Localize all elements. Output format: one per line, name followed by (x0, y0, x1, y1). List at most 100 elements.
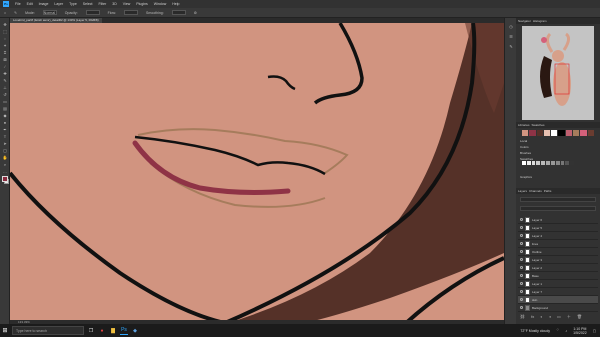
marquee-tool-icon[interactable]: ⬚ (2, 29, 8, 34)
link-icon[interactable]: ⛓ (520, 314, 525, 320)
menu-select[interactable]: Select (83, 2, 93, 6)
fx-icon[interactable]: fx (531, 314, 534, 320)
trash-icon[interactable]: 🗑 (577, 314, 582, 320)
eye-icon[interactable] (520, 306, 523, 309)
lasso-tool-icon[interactable]: ◌ (2, 36, 8, 41)
swatch[interactable] (536, 130, 543, 136)
layer-row[interactable]: Layer 4 (518, 232, 598, 240)
canvas[interactable] (10, 23, 504, 324)
healing-brush-icon[interactable]: ✚ (2, 71, 8, 76)
stamp-tool-icon[interactable]: ⊥ (2, 85, 8, 90)
swatch[interactable] (522, 130, 529, 136)
layer-row[interactable]: Layer 6 (518, 216, 598, 224)
layer-row[interactable]: Layer 1 (518, 280, 598, 288)
eye-icon[interactable] (520, 226, 523, 229)
tab-channels[interactable]: Channels (529, 188, 542, 194)
menu-layer[interactable]: Layer (54, 2, 63, 6)
eyedropper-icon[interactable]: ⁄ (2, 64, 8, 69)
taskbar-search-input[interactable]: Type here to search (12, 326, 84, 335)
photoshop-taskbar-icon[interactable]: Ps (120, 326, 128, 335)
more-tools-icon[interactable]: … (2, 169, 8, 174)
path-select-icon[interactable]: ➤ (2, 141, 8, 146)
volume-icon[interactable]: ♪ (565, 329, 567, 333)
zoom-tool-icon[interactable]: ⌕ (2, 162, 8, 167)
lib-item[interactable]: Local (520, 139, 527, 143)
photoshop-logo-icon[interactable]: Ps (3, 1, 9, 7)
tab-paths[interactable]: Paths (544, 188, 552, 194)
navigator-preview[interactable] (522, 26, 594, 120)
tab-swatches[interactable]: Swatches (532, 122, 545, 128)
pen-tool-icon[interactable]: ✒ (2, 127, 8, 132)
eye-icon[interactable] (520, 258, 523, 261)
tab-libraries[interactable]: Libraries (518, 122, 530, 128)
menu-edit[interactable]: Edit (27, 2, 33, 6)
brush-tool-icon[interactable]: ✎ (2, 78, 8, 83)
blend-mode-select[interactable] (520, 206, 596, 211)
swatch[interactable] (580, 130, 587, 136)
layer-row[interactable]: Layer 5 (518, 224, 598, 232)
task-view-icon[interactable]: ❐ (87, 326, 95, 335)
menu-image[interactable]: Image (39, 2, 49, 6)
layer-row[interactable]: Background (518, 304, 598, 312)
blur-tool-icon[interactable]: ◆ (2, 113, 8, 118)
dodge-tool-icon[interactable]: ● (2, 120, 8, 125)
menu-help[interactable]: Help (172, 2, 179, 6)
home-icon[interactable]: ⌂ (4, 11, 6, 15)
layer-row[interactable]: Layer 7 (518, 288, 598, 296)
notification-icon[interactable]: ▢ (593, 329, 596, 333)
eye-icon[interactable] (520, 298, 523, 301)
network-icon[interactable]: ⌔ (556, 328, 559, 333)
gradient-tool-icon[interactable]: ▤ (2, 106, 8, 111)
foreground-color-swatch[interactable] (2, 176, 8, 182)
layer-row[interactable]: Layer 2 (518, 264, 598, 272)
eye-icon[interactable] (520, 234, 523, 237)
crop-tool-icon[interactable]: ⌗ (2, 50, 8, 55)
eye-icon[interactable] (520, 250, 523, 253)
file-explorer-icon[interactable]: ▇ (109, 326, 117, 335)
weather-text[interactable]: 72°F Mostly cloudy (520, 329, 550, 333)
layer-row[interactable]: Layer 3 (518, 256, 598, 264)
eye-icon[interactable] (520, 274, 523, 277)
lib-item[interactable]: Brushes (520, 151, 531, 155)
menu-filter[interactable]: Filter (99, 2, 107, 6)
opacity-field[interactable] (85, 10, 100, 15)
swatch[interactable] (558, 130, 565, 136)
new-layer-icon[interactable]: ＋ (567, 314, 571, 320)
menu-plugins[interactable]: Plugins (136, 2, 147, 6)
swatch[interactable] (529, 130, 536, 136)
move-tool-icon[interactable]: ✥ (2, 22, 8, 27)
eye-icon[interactable] (520, 218, 523, 221)
layer-row[interactable]: Outline (518, 248, 598, 256)
tab-histogram[interactable]: Histogram (533, 18, 547, 24)
swatch[interactable] (565, 130, 573, 136)
eye-icon[interactable] (520, 282, 523, 285)
mask-icon[interactable]: ◐ (540, 314, 542, 320)
windows-start-icon[interactable]: ⊞ (0, 324, 10, 337)
tab-layers[interactable]: Layers (518, 188, 527, 194)
shape-tool-icon[interactable]: ▢ (2, 148, 8, 153)
lib-item[interactable]: Colors (520, 145, 529, 149)
app-icon[interactable]: ◆ (131, 326, 139, 335)
type-tool-icon[interactable]: T (2, 134, 8, 139)
menu-type[interactable]: Type (69, 2, 77, 6)
swatch[interactable] (573, 130, 580, 136)
swatch[interactable] (587, 130, 594, 136)
eye-icon[interactable] (520, 290, 523, 293)
tab-navigator[interactable]: Navigator (518, 18, 531, 24)
layer-row[interactable]: lines (518, 240, 598, 248)
menu-file[interactable]: File (15, 2, 21, 6)
swatch[interactable] (543, 130, 551, 136)
menu-view[interactable]: View (123, 2, 131, 6)
gear-icon[interactable]: ⚙ (194, 11, 197, 15)
app-icon[interactable]: ● (98, 326, 106, 335)
magic-wand-icon[interactable]: ✦ (2, 43, 8, 48)
folder-icon[interactable]: ▭ (557, 314, 561, 320)
eye-icon[interactable] (520, 242, 523, 245)
brush-settings-icon[interactable]: ✎ (508, 44, 514, 49)
frame-tool-icon[interactable]: ⊠ (2, 57, 8, 62)
eye-icon[interactable] (520, 266, 523, 269)
history-brush-icon[interactable]: ↺ (2, 92, 8, 97)
smoothing-field[interactable] (171, 10, 186, 15)
clock[interactable]: 1:10 PM 1/5/2022 (573, 327, 587, 335)
lib-item[interactable]: Graphics (520, 175, 532, 179)
